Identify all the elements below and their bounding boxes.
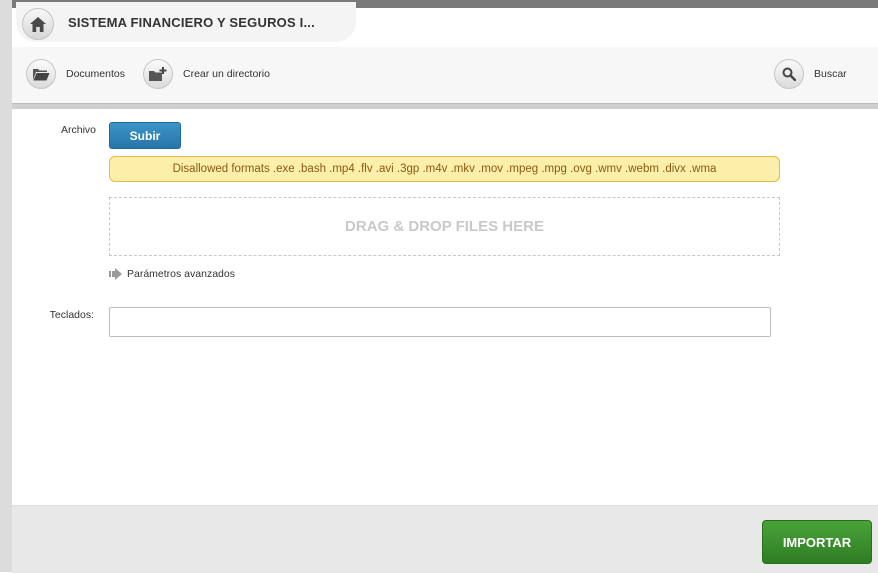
home-button[interactable] (22, 8, 54, 40)
folder-open-icon (33, 69, 50, 81)
teclados-input[interactable] (109, 307, 771, 337)
left-border (0, 0, 12, 572)
toolbar-container: Documentos Crear un directorio Buscar (12, 47, 878, 109)
drag-drop-zone[interactable]: DRAG & DROP FILES HERE (109, 197, 780, 256)
search-label: Buscar (814, 68, 847, 80)
footer-bar: IMPORTAR (12, 505, 878, 573)
create-dir-icon-wrap (143, 59, 173, 89)
upload-form: Archivo Subir Disallowed formats .exe .b… (12, 109, 878, 505)
arrow-right-icon (109, 268, 122, 280)
advanced-params-toggle[interactable]: Parámetros avanzados (109, 266, 235, 282)
create-directory-button[interactable]: Crear un directorio (143, 59, 270, 89)
archivo-label: Archivo (60, 124, 96, 136)
search-icon-wrap (774, 59, 804, 89)
import-button[interactable]: IMPORTAR (762, 520, 872, 564)
teclados-label: Teclados: (49, 309, 94, 321)
documents-button[interactable]: Documentos (26, 59, 125, 89)
create-directory-label: Crear un directorio (183, 68, 270, 80)
home-icon (30, 16, 46, 32)
documents-icon-wrap (26, 59, 56, 89)
disallowed-formats-notice: Disallowed formats .exe .bash .mp4 .flv … (109, 156, 780, 182)
advanced-params-label: Parámetros avanzados (127, 268, 235, 280)
search-button[interactable]: Buscar (774, 59, 847, 89)
documents-label: Documentos (66, 68, 125, 80)
breadcrumb-title[interactable]: SISTEMA FINANCIERO Y SEGUROS I... (68, 15, 315, 30)
search-icon (782, 67, 796, 81)
toolbar: Documentos Crear un directorio Buscar (12, 47, 878, 104)
upload-button[interactable]: Subir (109, 122, 181, 149)
folder-add-icon (149, 67, 167, 81)
breadcrumb: SISTEMA FINANCIERO Y SEGUROS I... (16, 2, 356, 42)
